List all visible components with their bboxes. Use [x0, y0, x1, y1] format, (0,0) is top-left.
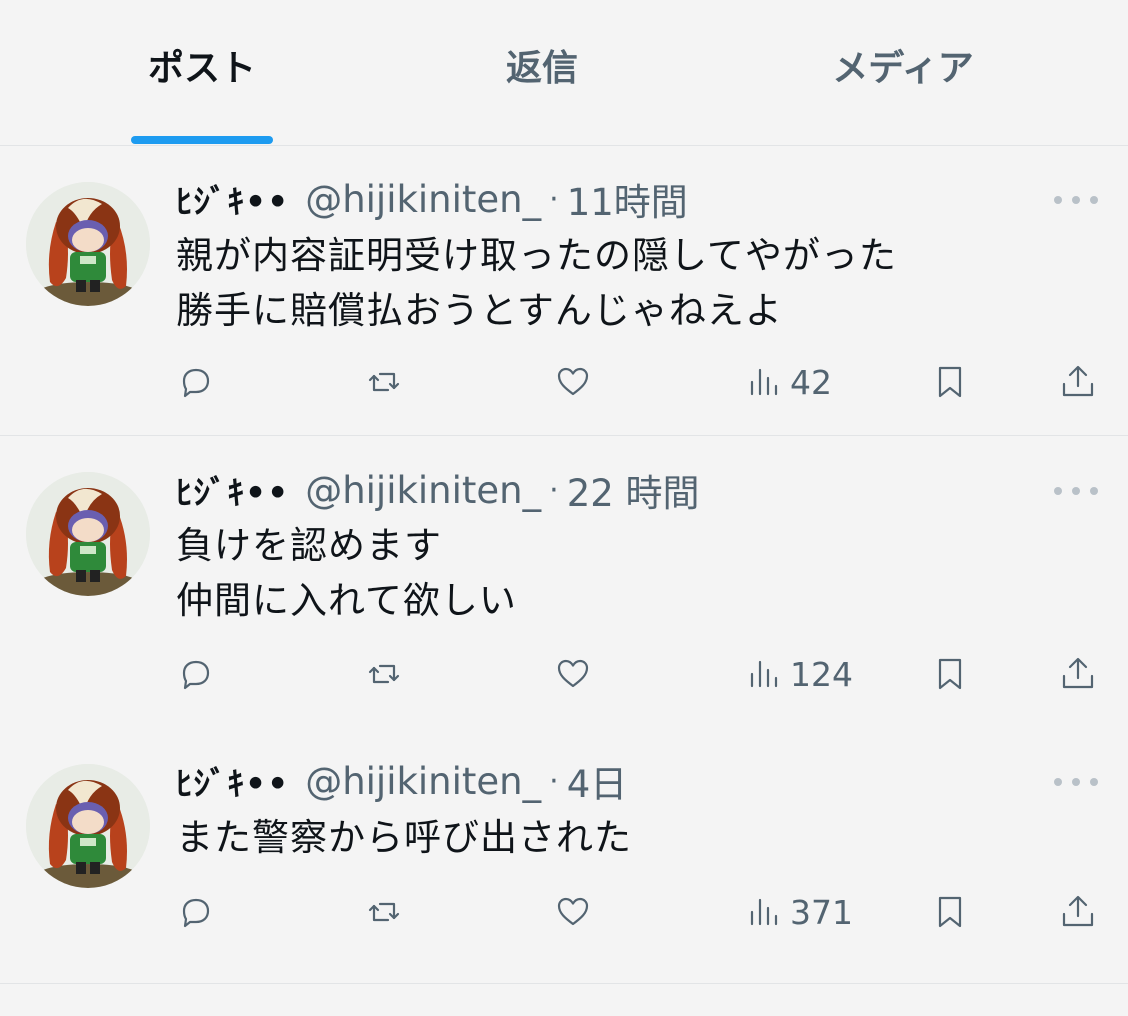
repost-icon — [368, 664, 400, 684]
reply-icon — [182, 368, 210, 398]
post-header: ﾋｼﾞｷ•• @hijikiniten_ · 4日 — [176, 757, 627, 807]
bookmark-icon — [938, 658, 962, 690]
bookmark-icon — [938, 896, 962, 928]
views-button[interactable]: 124 — [744, 654, 853, 694]
more-icon[interactable] — [1054, 190, 1098, 210]
post-time[interactable]: 22 時間 — [567, 463, 700, 517]
bookmark-button[interactable] — [930, 892, 970, 932]
views-count: 124 — [790, 654, 853, 694]
like-icon — [557, 897, 589, 926]
views-count: 42 — [790, 362, 832, 402]
views-button[interactable]: 42 — [744, 362, 832, 402]
bookmark-icon — [938, 366, 962, 398]
like-button[interactable] — [553, 654, 593, 694]
avatar[interactable] — [26, 764, 150, 888]
views-count: 371 — [790, 892, 853, 932]
display-name[interactable]: ﾋｼﾞｷ•• — [176, 175, 289, 223]
post-header: ﾋｼﾞｷ•• @hijikiniten_ · 22 時間 — [176, 466, 700, 516]
share-button[interactable] — [1058, 362, 1098, 402]
post-item[interactable]: ﾋｼﾞｷ•• @hijikiniten_ · 22 時間 負けを認めます 仲間に… — [0, 436, 1128, 726]
avatar-image — [26, 182, 150, 306]
bookmark-button[interactable] — [930, 654, 970, 694]
post-item[interactable]: ﾋｼﾞｷ•• @hijikiniten_ · 11時間 親が内容証明受け取ったの… — [0, 146, 1128, 436]
share-icon — [1062, 365, 1094, 397]
tab-media[interactable]: メディア — [710, 0, 1096, 146]
repost-button[interactable] — [364, 362, 404, 402]
post-text: 親が内容証明受け取ったの隠してやがった 勝手に賠償払おうとすんじゃねえよ — [176, 234, 897, 332]
views-button[interactable]: 371 — [744, 892, 853, 932]
reply-button[interactable] — [176, 362, 216, 402]
tab-posts[interactable]: ポスト — [30, 0, 374, 146]
reply-button[interactable] — [176, 654, 216, 694]
views-icon — [750, 898, 778, 926]
post-text: また警察から呼び出された — [176, 816, 632, 859]
reply-icon — [182, 898, 210, 928]
avatar-image — [26, 472, 150, 596]
share-icon — [1062, 895, 1094, 927]
avatar-image — [26, 764, 150, 888]
like-icon — [557, 367, 589, 396]
post-text: 負けを認めます 仲間に入れて欲しい — [176, 524, 517, 622]
reply-icon — [182, 660, 210, 690]
tab-posts-label: ポスト — [147, 48, 256, 89]
views-icon — [750, 660, 778, 688]
repost-button[interactable] — [364, 654, 404, 694]
post-time[interactable]: 11時間 — [567, 172, 688, 226]
separator-dot: · — [549, 763, 559, 799]
active-tab-indicator — [131, 136, 273, 144]
display-name[interactable]: ﾋｼﾞｷ•• — [176, 757, 289, 805]
views-icon — [750, 368, 778, 396]
tab-media-label: メディア — [832, 48, 974, 89]
repost-button[interactable] — [364, 892, 404, 932]
repost-icon — [368, 902, 400, 922]
user-handle[interactable]: @hijikiniten_ — [305, 469, 541, 512]
avatar[interactable] — [26, 182, 150, 306]
bookmark-button[interactable] — [930, 362, 970, 402]
separator-dot: · — [549, 181, 559, 217]
post-header: ﾋｼﾞｷ•• @hijikiniten_ · 11時間 — [176, 175, 688, 225]
share-button[interactable] — [1058, 892, 1098, 932]
share-icon — [1062, 657, 1094, 689]
avatar[interactable] — [26, 472, 150, 596]
tab-replies-label: 返信 — [505, 48, 578, 89]
post-time[interactable]: 4日 — [567, 754, 628, 808]
like-button[interactable] — [553, 892, 593, 932]
like-icon — [557, 659, 589, 688]
share-button[interactable] — [1058, 654, 1098, 694]
tab-replies[interactable]: 返信 — [374, 0, 710, 146]
user-handle[interactable]: @hijikiniten_ — [305, 760, 541, 803]
repost-icon — [368, 372, 400, 392]
post-item[interactable]: ﾋｼﾞｷ•• @hijikiniten_ · 4日 また警察から呼び出された 3… — [0, 726, 1128, 984]
more-icon[interactable] — [1054, 481, 1098, 501]
like-button[interactable] — [553, 362, 593, 402]
separator-dot: · — [549, 472, 559, 508]
user-handle[interactable]: @hijikiniten_ — [305, 178, 541, 221]
more-icon[interactable] — [1054, 772, 1098, 792]
profile-tabbar: ポスト 返信 メディア — [0, 0, 1128, 146]
reply-button[interactable] — [176, 892, 216, 932]
display-name[interactable]: ﾋｼﾞｷ•• — [176, 466, 289, 514]
